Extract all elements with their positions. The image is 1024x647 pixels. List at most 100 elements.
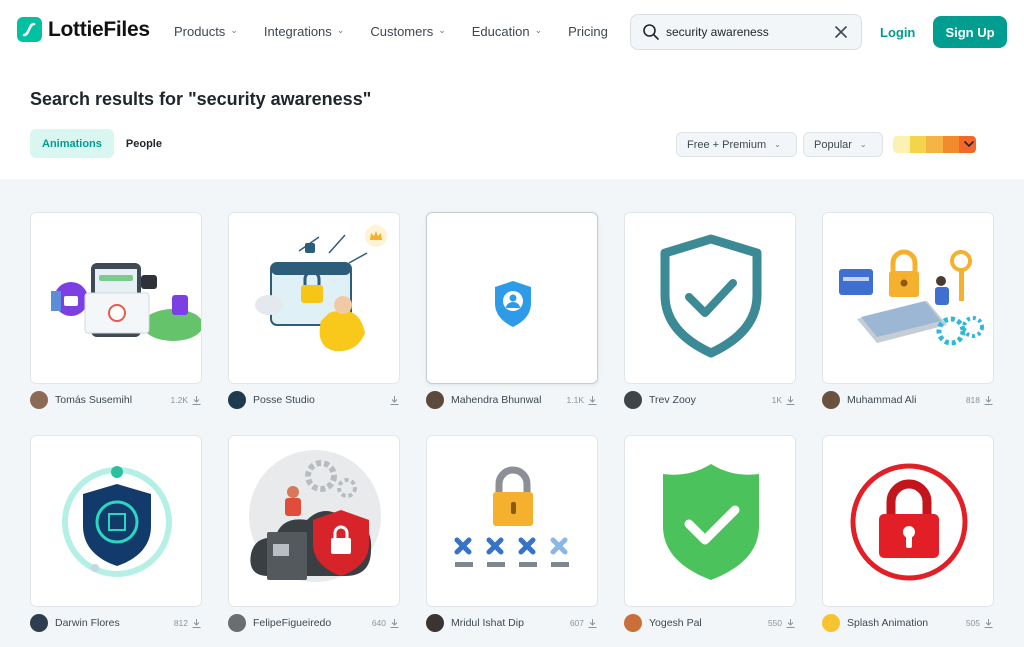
download-icon[interactable]: [785, 395, 796, 406]
avatar[interactable]: [426, 391, 444, 409]
avatar[interactable]: [228, 391, 246, 409]
nav-label: Products: [174, 24, 226, 39]
nav-label: Pricing: [568, 24, 608, 39]
author-name[interactable]: FelipeFigueiredo: [253, 617, 372, 629]
nav-customers[interactable]: Customers ⌄: [370, 24, 445, 39]
avatar[interactable]: [624, 614, 642, 632]
palette-swatch: [926, 136, 943, 153]
animation-thumbnail[interactable]: [426, 212, 598, 384]
card-meta: Posse Studio: [228, 391, 400, 409]
tab-people[interactable]: People: [114, 129, 174, 158]
download-icon[interactable]: [389, 618, 400, 629]
animation-thumbnail[interactable]: [30, 435, 202, 607]
card-meta: Muhammad Ali 818: [822, 391, 994, 409]
top-header: LottieFiles Products ⌄ Integrations ⌄ Cust…: [0, 0, 1024, 64]
palette-swatch: [909, 136, 926, 153]
card-meta: Trev Zooy 1K: [624, 391, 796, 409]
download-count: 1K: [771, 395, 782, 405]
chevron-down-icon[interactable]: [963, 138, 975, 150]
nav-label: Education: [471, 24, 530, 39]
result-type-tabs: Animations People: [30, 129, 174, 158]
download-icon[interactable]: [587, 618, 598, 629]
card-meta: Yogesh Pal 550: [624, 614, 796, 632]
download-icon[interactable]: [389, 395, 400, 406]
author-name[interactable]: Yogesh Pal: [649, 617, 768, 629]
download-count: 640: [371, 618, 386, 628]
animation-card: FelipeFigueiredo 640: [228, 435, 400, 632]
nav-education[interactable]: Education ⌄: [472, 24, 542, 39]
search-input[interactable]: [666, 25, 831, 39]
download-count: 1.2K: [170, 395, 189, 405]
shield-check-outline-illustration: [660, 234, 762, 358]
chevron-down-icon: ⌄: [336, 25, 345, 35]
author-name[interactable]: Trev Zooy: [649, 394, 772, 406]
avatar[interactable]: [822, 614, 840, 632]
avatar[interactable]: [30, 391, 48, 409]
animation-thumbnail[interactable]: [30, 212, 202, 384]
animation-thumbnail[interactable]: [624, 212, 796, 384]
download-icon[interactable]: [983, 395, 994, 406]
signup-button[interactable]: Sign Up: [933, 16, 1007, 48]
download-icon[interactable]: [191, 395, 202, 406]
sort-dropdown[interactable]: Popular ⌄: [803, 132, 883, 157]
avatar[interactable]: [624, 391, 642, 409]
animation-card: Darwin Flores 812: [30, 435, 202, 632]
license-filter-value: Free + Premium: [687, 138, 767, 151]
nav-integrations[interactable]: Integrations ⌄: [264, 24, 344, 39]
nav-pricing[interactable]: Pricing: [568, 24, 608, 39]
animation-card: Posse Studio: [228, 212, 400, 409]
download-count: 607: [569, 618, 584, 628]
lottie-logo-icon: [17, 17, 42, 42]
animation-thumbnail[interactable]: [426, 435, 598, 607]
download-count: 505: [965, 618, 980, 628]
login-link[interactable]: Login: [880, 25, 915, 40]
card-meta: Darwin Flores 812: [30, 614, 202, 632]
animation-card: Mahendra Bhunwal 1.1K: [426, 212, 598, 409]
chevron-down-icon: ⌄: [230, 25, 238, 35]
card-meta: Tomás Susemihl 1.2K: [30, 391, 202, 409]
avatar[interactable]: [228, 614, 246, 632]
animation-thumbnail[interactable]: [624, 435, 796, 607]
license-filter-dropdown[interactable]: Free + Premium ⌄: [676, 132, 797, 157]
author-name[interactable]: Darwin Flores: [55, 617, 174, 629]
author-name[interactable]: Muhammad Ali: [847, 394, 966, 406]
avatar[interactable]: [426, 614, 444, 632]
author-name[interactable]: Splash Animation: [847, 617, 966, 629]
animation-card: Trev Zooy 1K: [624, 212, 796, 409]
download-count: 1.1K: [566, 395, 585, 405]
card-meta: FelipeFigueiredo 640: [228, 614, 400, 632]
download-icon[interactable]: [587, 395, 598, 406]
animation-thumbnail[interactable]: [822, 435, 994, 607]
author-name[interactable]: Tomás Susemihl: [55, 394, 171, 406]
chevron-down-icon: ⌄: [859, 140, 867, 149]
avatar[interactable]: [822, 391, 840, 409]
animation-thumbnail[interactable]: [822, 212, 994, 384]
animation-card: Tomás Susemihl 1.2K: [30, 212, 202, 409]
animation-thumbnail[interactable]: [228, 435, 400, 607]
red-padlock-illustration: [850, 463, 968, 581]
download-icon[interactable]: [191, 618, 202, 629]
password-lock-illustration: [454, 466, 569, 567]
card-meta: Splash Animation 505: [822, 614, 994, 632]
nav-products[interactable]: Products ⌄: [174, 24, 238, 39]
close-icon[interactable]: [833, 24, 849, 40]
chevron-down-icon: ⌄: [774, 140, 781, 149]
download-icon[interactable]: [785, 618, 796, 629]
main-nav: Products ⌄ Integrations ⌄ Customers ⌄ Educa…: [174, 24, 634, 39]
author-name[interactable]: Mridul Ishat Dip: [451, 617, 570, 629]
animation-thumbnail[interactable]: [228, 212, 400, 384]
search-icon: [643, 24, 659, 40]
avatar[interactable]: [30, 614, 48, 632]
nav-label: Customers: [370, 24, 434, 39]
author-name[interactable]: Mahendra Bhunwal: [451, 394, 567, 406]
author-name[interactable]: Posse Studio: [253, 394, 386, 406]
nav-label: Integrations: [263, 24, 332, 39]
chevron-down-icon: ⌄: [534, 25, 543, 35]
lottiefiles-logo[interactable]: LottieFiles: [17, 17, 150, 42]
search-bar: [630, 14, 862, 50]
animation-card: Yogesh Pal 550: [624, 435, 796, 632]
tab-animations[interactable]: Animations: [30, 129, 114, 158]
download-icon[interactable]: [983, 618, 994, 629]
animation-card: Muhammad Ali 818: [822, 212, 994, 409]
brand-name: LottieFiles: [48, 17, 150, 41]
